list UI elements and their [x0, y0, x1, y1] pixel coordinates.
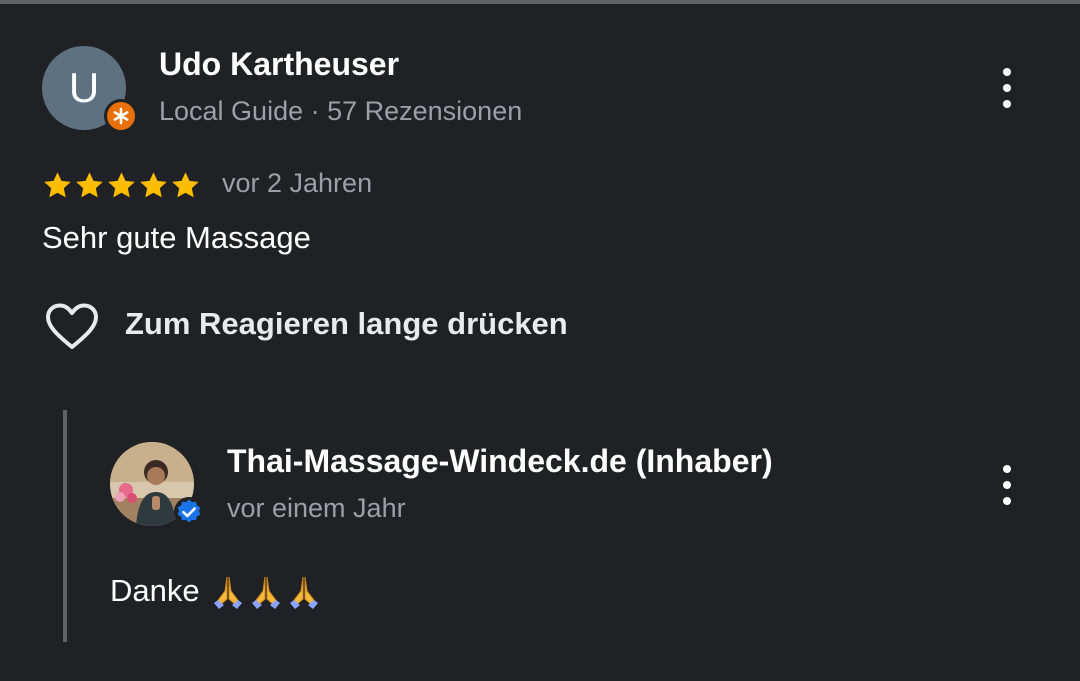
star-icon — [108, 172, 135, 198]
rating-stars — [42, 170, 201, 201]
reply-text: Danke — [110, 573, 200, 608]
owner-name[interactable]: Thai-Massage-Windeck.de (Inhaber) — [227, 443, 773, 480]
reviewer-meta: Local Guide · 57 Rezensionen — [159, 96, 523, 126]
reviewer-initial: U — [68, 64, 100, 111]
star-icon — [140, 172, 167, 198]
review-time: vor 2 Jahren — [222, 168, 373, 198]
folded-hands-emoji-icon — [213, 576, 242, 609]
star-icon — [44, 172, 71, 198]
star-icon — [76, 172, 103, 198]
reply-indent-bar — [63, 410, 67, 642]
review-more-options-icon[interactable] — [997, 68, 1017, 108]
folded-hands-emoji-icon — [289, 576, 318, 609]
reply-text-row: Danke — [110, 573, 322, 609]
react-button-label[interactable]: Zum Reagieren lange drücken — [125, 306, 568, 342]
reply-more-options-icon[interactable] — [997, 465, 1017, 505]
local-guide-badge-icon — [104, 99, 138, 133]
review-text: Sehr gute Massage — [42, 220, 311, 255]
heart-outline-icon[interactable] — [44, 302, 100, 352]
reviewer-name[interactable]: Udo Kartheuser — [159, 46, 399, 83]
reply-time: vor einem Jahr — [227, 493, 406, 523]
folded-hands-emoji-icon — [251, 576, 280, 609]
star-icon — [172, 172, 199, 198]
top-divider — [0, 0, 1080, 4]
verified-check-icon — [174, 497, 204, 527]
